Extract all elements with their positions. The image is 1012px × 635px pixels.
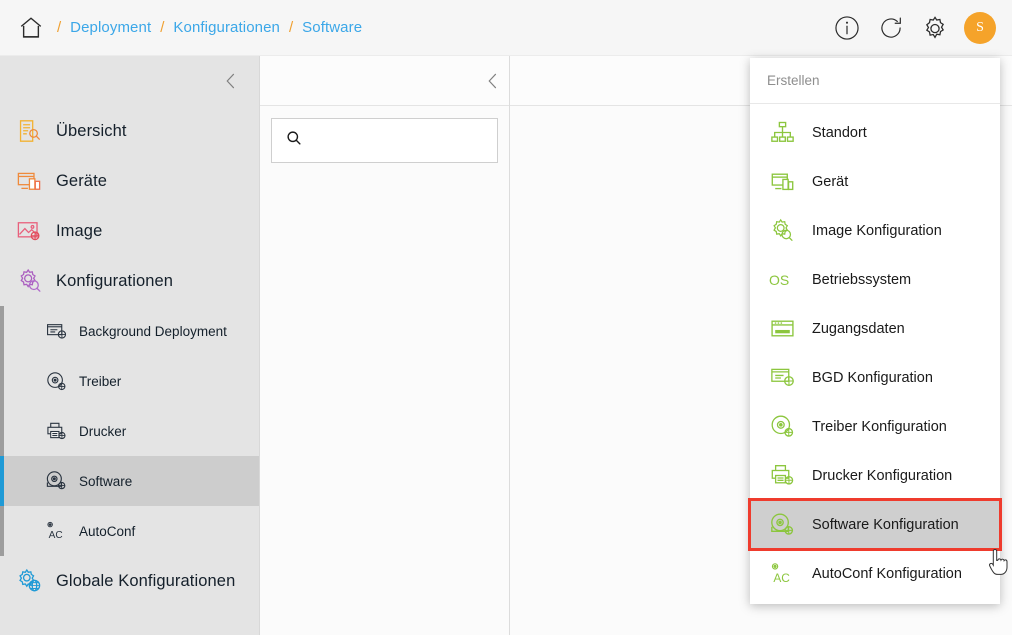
list-panel-header <box>260 56 509 106</box>
create-menu-item-label: Treiber Konfiguration <box>812 418 947 435</box>
sidebar-item-label: Konfigurationen <box>56 271 174 290</box>
create-menu-item-software-konfiguration[interactable]: Software Konfiguration <box>748 498 1002 551</box>
avatar[interactable]: S <box>964 11 996 44</box>
software-disc-icon <box>44 469 68 493</box>
create-menu-item-label: Drucker Konfiguration <box>812 467 953 484</box>
create-menu-item-zugangsdaten[interactable]: Zugangsdaten <box>750 304 1000 353</box>
top-bar: / Deployment / Konfigurationen / Softwar… <box>0 0 1012 56</box>
create-dropdown: Erstellen Standort Gerät Image Konfigura… <box>748 58 1002 604</box>
sidebar-item-konfigurationen[interactable]: Konfigurationen <box>0 256 259 306</box>
credentials-card-icon <box>767 314 797 344</box>
sidebar-item-globale-konfigurationen[interactable]: Globale Konfigurationen <box>0 556 259 606</box>
create-menu-item-label: Zugangsdaten <box>812 320 905 337</box>
home-icon[interactable] <box>14 11 48 45</box>
create-menu-item-standort[interactable]: Standort <box>750 108 1000 157</box>
create-menu-item-label: AutoConf Konfiguration <box>812 565 962 582</box>
sidebar: Übersicht Geräte Image Konfigurationen B… <box>0 56 260 635</box>
sidebar-collapse-button[interactable] <box>0 56 259 106</box>
create-menu-item-image-konfiguration[interactable]: Image Konfiguration <box>750 206 1000 255</box>
printer-icon <box>767 461 797 491</box>
create-menu-item-label: Betriebssystem <box>812 271 912 288</box>
breadcrumb-separator-2: / <box>160 19 165 36</box>
create-menu-item-treiber-konfiguration[interactable]: Treiber Konfiguration <box>750 402 1000 451</box>
devices-icon <box>767 167 797 197</box>
sidebar-item-label: Background Deployment <box>79 323 227 339</box>
create-menu-item-label: Software Konfiguration <box>812 516 959 533</box>
search-input[interactable] <box>302 133 497 148</box>
driver-disc-icon <box>767 412 797 442</box>
sidebar-item-image[interactable]: Image <box>0 206 259 256</box>
create-menu-item-autoconf-konfiguration[interactable]: AC AutoConf Konfiguration <box>750 549 1000 598</box>
sidebar-item-label: Übersicht <box>56 121 127 140</box>
software-disc-icon <box>767 510 797 540</box>
sidebar-item-label: Image <box>56 221 103 240</box>
image-gear-icon <box>14 216 44 246</box>
create-menu-item-drucker-konfiguration[interactable]: Drucker Konfiguration <box>750 451 1000 500</box>
list-panel <box>260 56 510 635</box>
sitemap-icon <box>767 118 797 148</box>
create-menu-item-bgd-konfiguration[interactable]: BGD Konfiguration <box>750 353 1000 402</box>
background-deployment-icon <box>44 319 68 343</box>
sidebar-item-software[interactable]: Software <box>0 456 259 506</box>
search-box[interactable] <box>271 118 498 163</box>
create-menu-item-label: Gerät <box>812 173 849 190</box>
sidebar-item-label: Globale Konfigurationen <box>56 571 236 590</box>
search-icon <box>286 130 302 151</box>
breadcrumb-separator-3: / <box>288 19 294 36</box>
create-menu-item-label: Standort <box>812 124 867 141</box>
gear-icon[interactable] <box>920 13 950 43</box>
sidebar-item-background-deployment[interactable]: Background Deployment <box>0 306 259 356</box>
create-menu-item-label: Image Konfiguration <box>812 222 942 239</box>
breadcrumb-separator-1: / <box>57 19 62 36</box>
create-menu-item-betriebssystem[interactable]: OS Betriebssystem <box>750 255 1000 304</box>
devices-icon <box>14 166 44 196</box>
autoconf-icon: AC <box>767 559 797 589</box>
info-icon[interactable] <box>832 13 862 43</box>
chevron-left-icon <box>226 73 235 89</box>
printer-icon <box>44 419 68 443</box>
sidebar-item-geraete[interactable]: Geräte <box>0 156 259 206</box>
create-menu-item-label: BGD Konfiguration <box>812 369 933 386</box>
sidebar-item-treiber[interactable]: Treiber <box>0 356 259 406</box>
app-root: / Deployment / Konfigurationen / Softwar… <box>0 0 1012 635</box>
overview-document-search-icon <box>14 116 44 146</box>
top-bar-actions: S <box>832 11 1012 44</box>
autoconf-icon: AC <box>44 519 68 543</box>
breadcrumb-item-software[interactable]: Software <box>302 19 362 36</box>
bgd-config-icon <box>767 363 797 393</box>
sidebar-item-drucker[interactable]: Drucker <box>0 406 259 456</box>
image-gear-icon <box>767 216 797 246</box>
os-text-icon: OS <box>767 265 797 295</box>
sidebar-item-uebersicht[interactable]: Übersicht <box>0 106 259 156</box>
breadcrumb-item-deployment[interactable]: Deployment <box>70 19 151 36</box>
breadcrumb-item-konfigurationen[interactable]: Konfigurationen <box>173 19 280 36</box>
sidebar-item-autoconf[interactable]: AC AutoConf <box>0 506 259 556</box>
sidebar-item-label: Treiber <box>79 373 122 389</box>
sidebar-item-label: Geräte <box>56 171 108 190</box>
sidebar-item-label: Software <box>79 473 133 489</box>
create-dropdown-title: Erstellen <box>750 58 1000 104</box>
chevron-left-icon <box>488 73 497 88</box>
breadcrumb: / Deployment / Konfigurationen / Softwar… <box>0 11 362 45</box>
svg-text:AC: AC <box>773 571 790 585</box>
sidebar-item-label: AutoConf <box>79 523 136 539</box>
sidebar-item-label: Drucker <box>79 423 127 439</box>
create-dropdown-list: Standort Gerät Image Konfiguration OS Be… <box>748 104 1002 598</box>
svg-text:OS: OS <box>769 272 789 288</box>
refresh-icon[interactable] <box>876 13 906 43</box>
driver-disc-icon <box>44 369 68 393</box>
svg-text:AC: AC <box>49 530 63 541</box>
global-configurations-icon <box>14 566 44 596</box>
configurations-gear-icon <box>14 266 44 296</box>
detail-panel-back-button[interactable] <box>483 71 503 91</box>
create-menu-item-geraet[interactable]: Gerät <box>750 157 1000 206</box>
